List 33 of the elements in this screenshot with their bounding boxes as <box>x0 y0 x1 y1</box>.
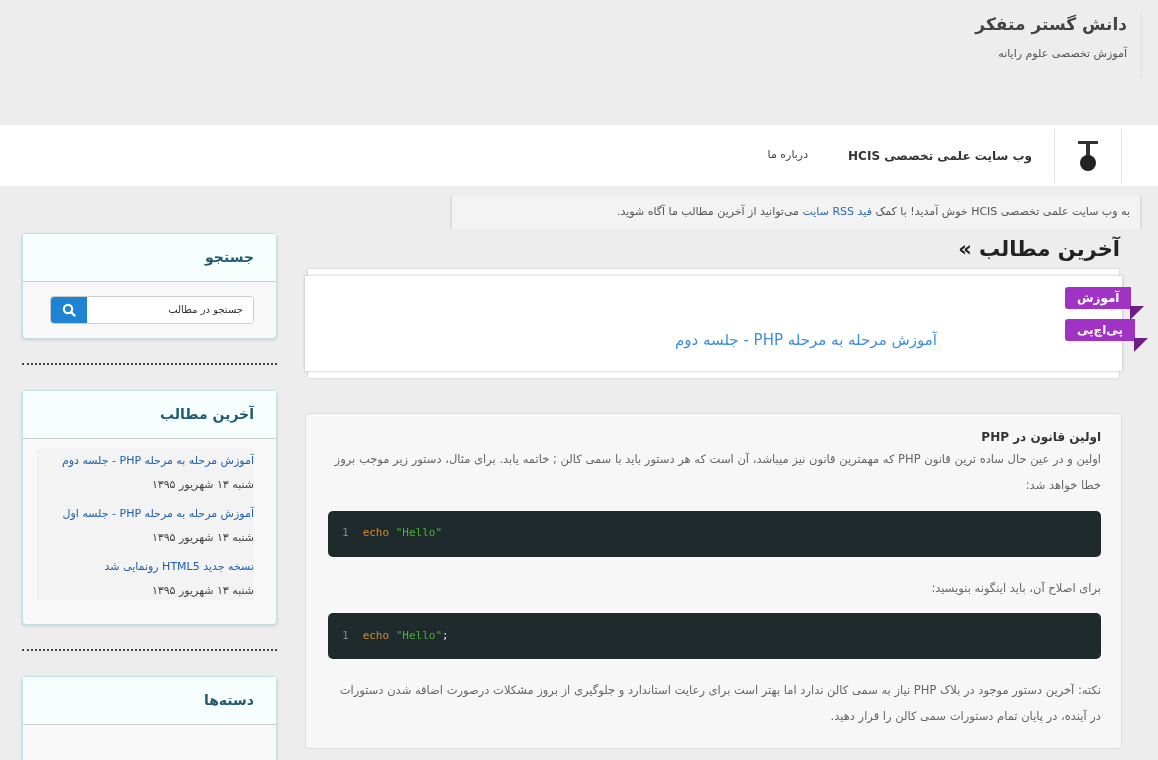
section-heading: آخرین مطالب » <box>957 236 1120 262</box>
site-title[interactable]: دانش گستر متفکر <box>975 12 1127 38</box>
code-line: echo "Hello"; <box>362 627 449 644</box>
post-date: شنبه ۱۳ شهریور ۱۳۹۵ <box>150 477 254 493</box>
article-heading: اولین قانون در PHP <box>980 428 1101 446</box>
widget-title: آخرین مطالب <box>23 390 276 439</box>
post-date: شنبه ۱۳ شهریور ۱۳۹۵ <box>150 583 254 599</box>
site-tagline: آموزش تخصصی علوم رایانه <box>997 45 1127 62</box>
line-number: 1 <box>342 627 349 644</box>
widget-title: دسته‌ها <box>23 676 276 725</box>
notice-text: به وب سایت علمی تخصصی HCIS خوش آمدید! با کمک فید RSS سایت می‌توانید از آخرین مطالب ما آگاه شوید. <box>615 204 1130 220</box>
article-paragraph: نکته: آخرین دستور موجود در بلاک PHP نیاز به سمی کالن ندارد اما بهتر است برای رعایت استاندارد و جلوگیری از بروز مشکلات درصورت اضافه شدن دستورات در آینده، در پایان تمام دستورات سمی کالن را قرار دهید. <box>338 682 1101 726</box>
code-line: echo "Hello" <box>362 525 443 542</box>
search-icon <box>62 302 76 317</box>
article-paragraph: اولین و در عین حال ساده ترین قانون PHP که مهمترین قانون نیز میباشد، آن است که هر دستور باید با سمی کالن ; خاتمه یابد. برای مثال، دستور زیر موجب بروز خطا خواهد شد: <box>333 450 1101 495</box>
article-paragraph: برای اصلاح آن، باید اینگونه بنویسید: <box>930 579 1101 597</box>
category-tag[interactable]: پی‌اچ‌پی <box>1064 318 1135 341</box>
nav-link[interactable]: درباره ما <box>767 147 809 164</box>
post-link[interactable]: آموزش مرحله به مرحله PHP - جلسه اول <box>44 505 254 522</box>
rss-link[interactable]: فید RSS سایت <box>802 205 872 218</box>
post-link[interactable]: آموزش مرحله به مرحله PHP - جلسه دوم <box>44 452 254 469</box>
ribbon-fold <box>1130 305 1145 320</box>
category-tag[interactable]: آموزش <box>1064 286 1132 309</box>
search-field[interactable]: جستجو در مطالب <box>50 295 254 324</box>
line-number: 1 <box>342 525 349 542</box>
widget-title: جستجو <box>23 233 276 282</box>
logo-icon[interactable] <box>1075 138 1101 173</box>
post-link[interactable]: نسخه جدید HTML5 رونمایی شد <box>44 558 254 575</box>
ribbon-fold <box>1134 337 1148 352</box>
post-date: شنبه ۱۳ شهریور ۱۳۹۵ <box>150 530 254 546</box>
search-button[interactable] <box>51 296 87 323</box>
site-brand[interactable]: وب سایت علمی تخصصی HCIS <box>848 146 1032 165</box>
post-title-link[interactable]: آموزش مرحله به مرحله PHP - جلسه دوم <box>675 328 937 352</box>
